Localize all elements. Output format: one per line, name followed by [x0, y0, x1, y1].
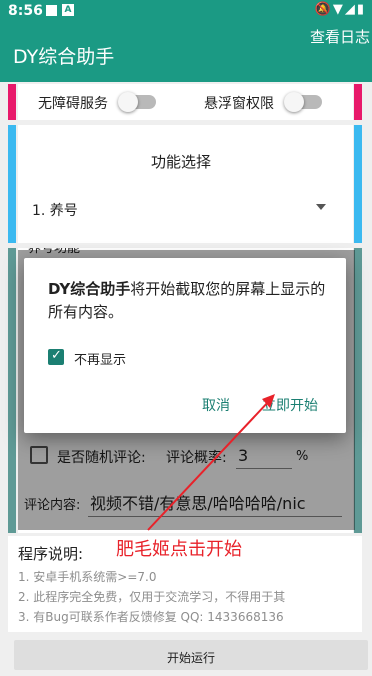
annotation-text: 肥毛姬点击开始: [116, 539, 242, 560]
annotation-arrow: [147, 394, 275, 531]
